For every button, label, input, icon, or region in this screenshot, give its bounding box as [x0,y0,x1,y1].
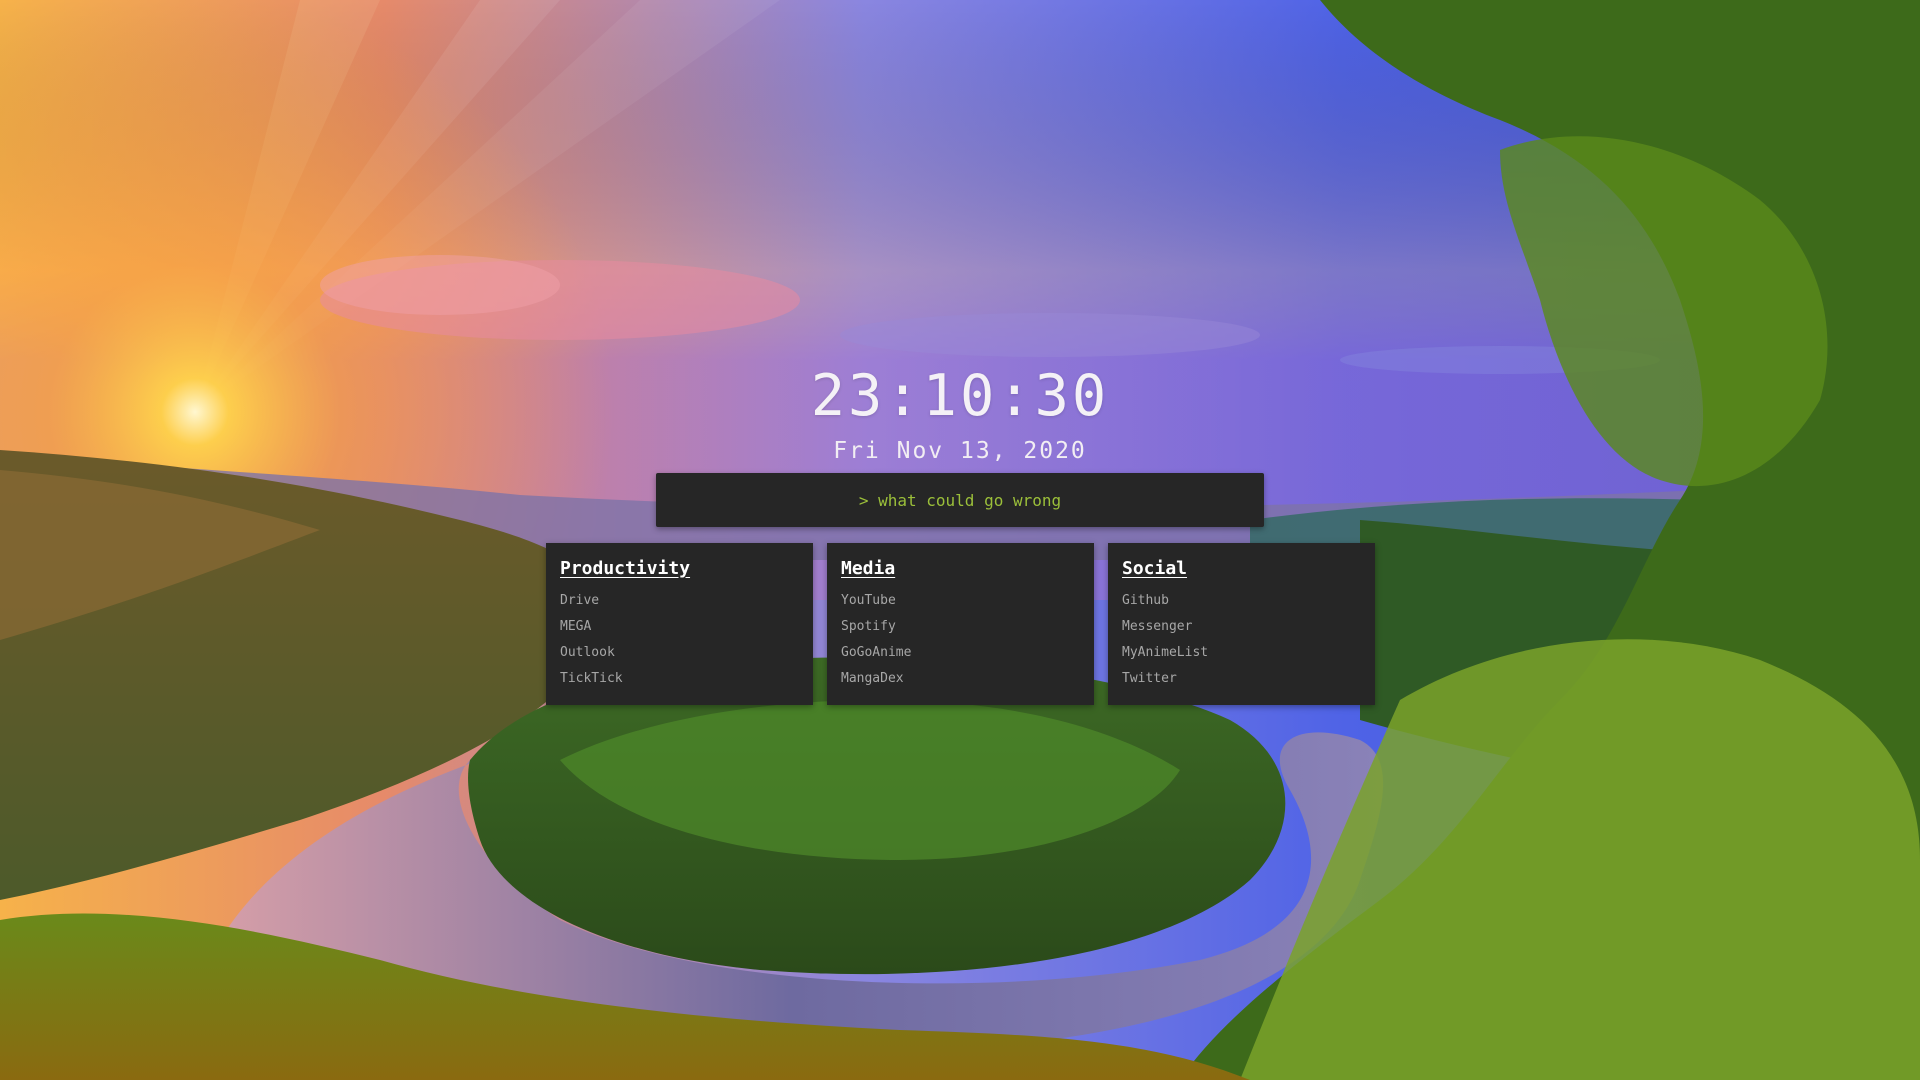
search-bar [656,472,1264,528]
list-item: TickTick [560,664,799,690]
list-item: Github [1122,586,1361,612]
list-item: Spotify [841,612,1080,638]
link-twitter[interactable]: Twitter [1122,671,1177,686]
link-messenger[interactable]: Messenger [1122,619,1192,634]
search-input[interactable] [656,472,1264,528]
link-drive[interactable]: Drive [560,593,599,608]
link-cards: Productivity Drive MEGA Outlook TickTick… [546,543,1375,705]
landscape-image [0,0,1920,1080]
list-item: GoGoAnime [841,638,1080,664]
link-ticktick[interactable]: TickTick [560,671,623,686]
card-title-media[interactable]: Media [841,557,1080,581]
card-links-social: Github Messenger MyAnimeList Twitter [1122,586,1361,690]
link-gogoanime[interactable]: GoGoAnime [841,645,911,660]
list-item: MangaDex [841,664,1080,690]
card-title-social[interactable]: Social [1122,557,1361,581]
list-item: MEGA [560,612,799,638]
card-links-productivity: Drive MEGA Outlook TickTick [560,586,799,690]
card-productivity: Productivity Drive MEGA Outlook TickTick [546,543,813,705]
clock-time: 23:10:30 [810,363,1110,429]
card-media: Media YouTube Spotify GoGoAnime MangaDex [827,543,1094,705]
link-mega[interactable]: MEGA [560,619,591,634]
link-youtube[interactable]: YouTube [841,593,896,608]
link-myanimelist[interactable]: MyAnimeList [1122,645,1208,660]
list-item: Outlook [560,638,799,664]
list-item: YouTube [841,586,1080,612]
card-title-productivity[interactable]: Productivity [560,557,799,581]
link-github[interactable]: Github [1122,593,1169,608]
link-mangadex[interactable]: MangaDex [841,671,904,686]
link-spotify[interactable]: Spotify [841,619,896,634]
background-landscape [0,0,1920,1080]
list-item: MyAnimeList [1122,638,1361,664]
link-outlook[interactable]: Outlook [560,645,615,660]
clock-date: Fri Nov 13, 2020 [833,438,1087,464]
list-item: Messenger [1122,612,1361,638]
list-item: Drive [560,586,799,612]
list-item: Twitter [1122,664,1361,690]
card-links-media: YouTube Spotify GoGoAnime MangaDex [841,586,1080,690]
card-social: Social Github Messenger MyAnimeList Twit… [1108,543,1375,705]
